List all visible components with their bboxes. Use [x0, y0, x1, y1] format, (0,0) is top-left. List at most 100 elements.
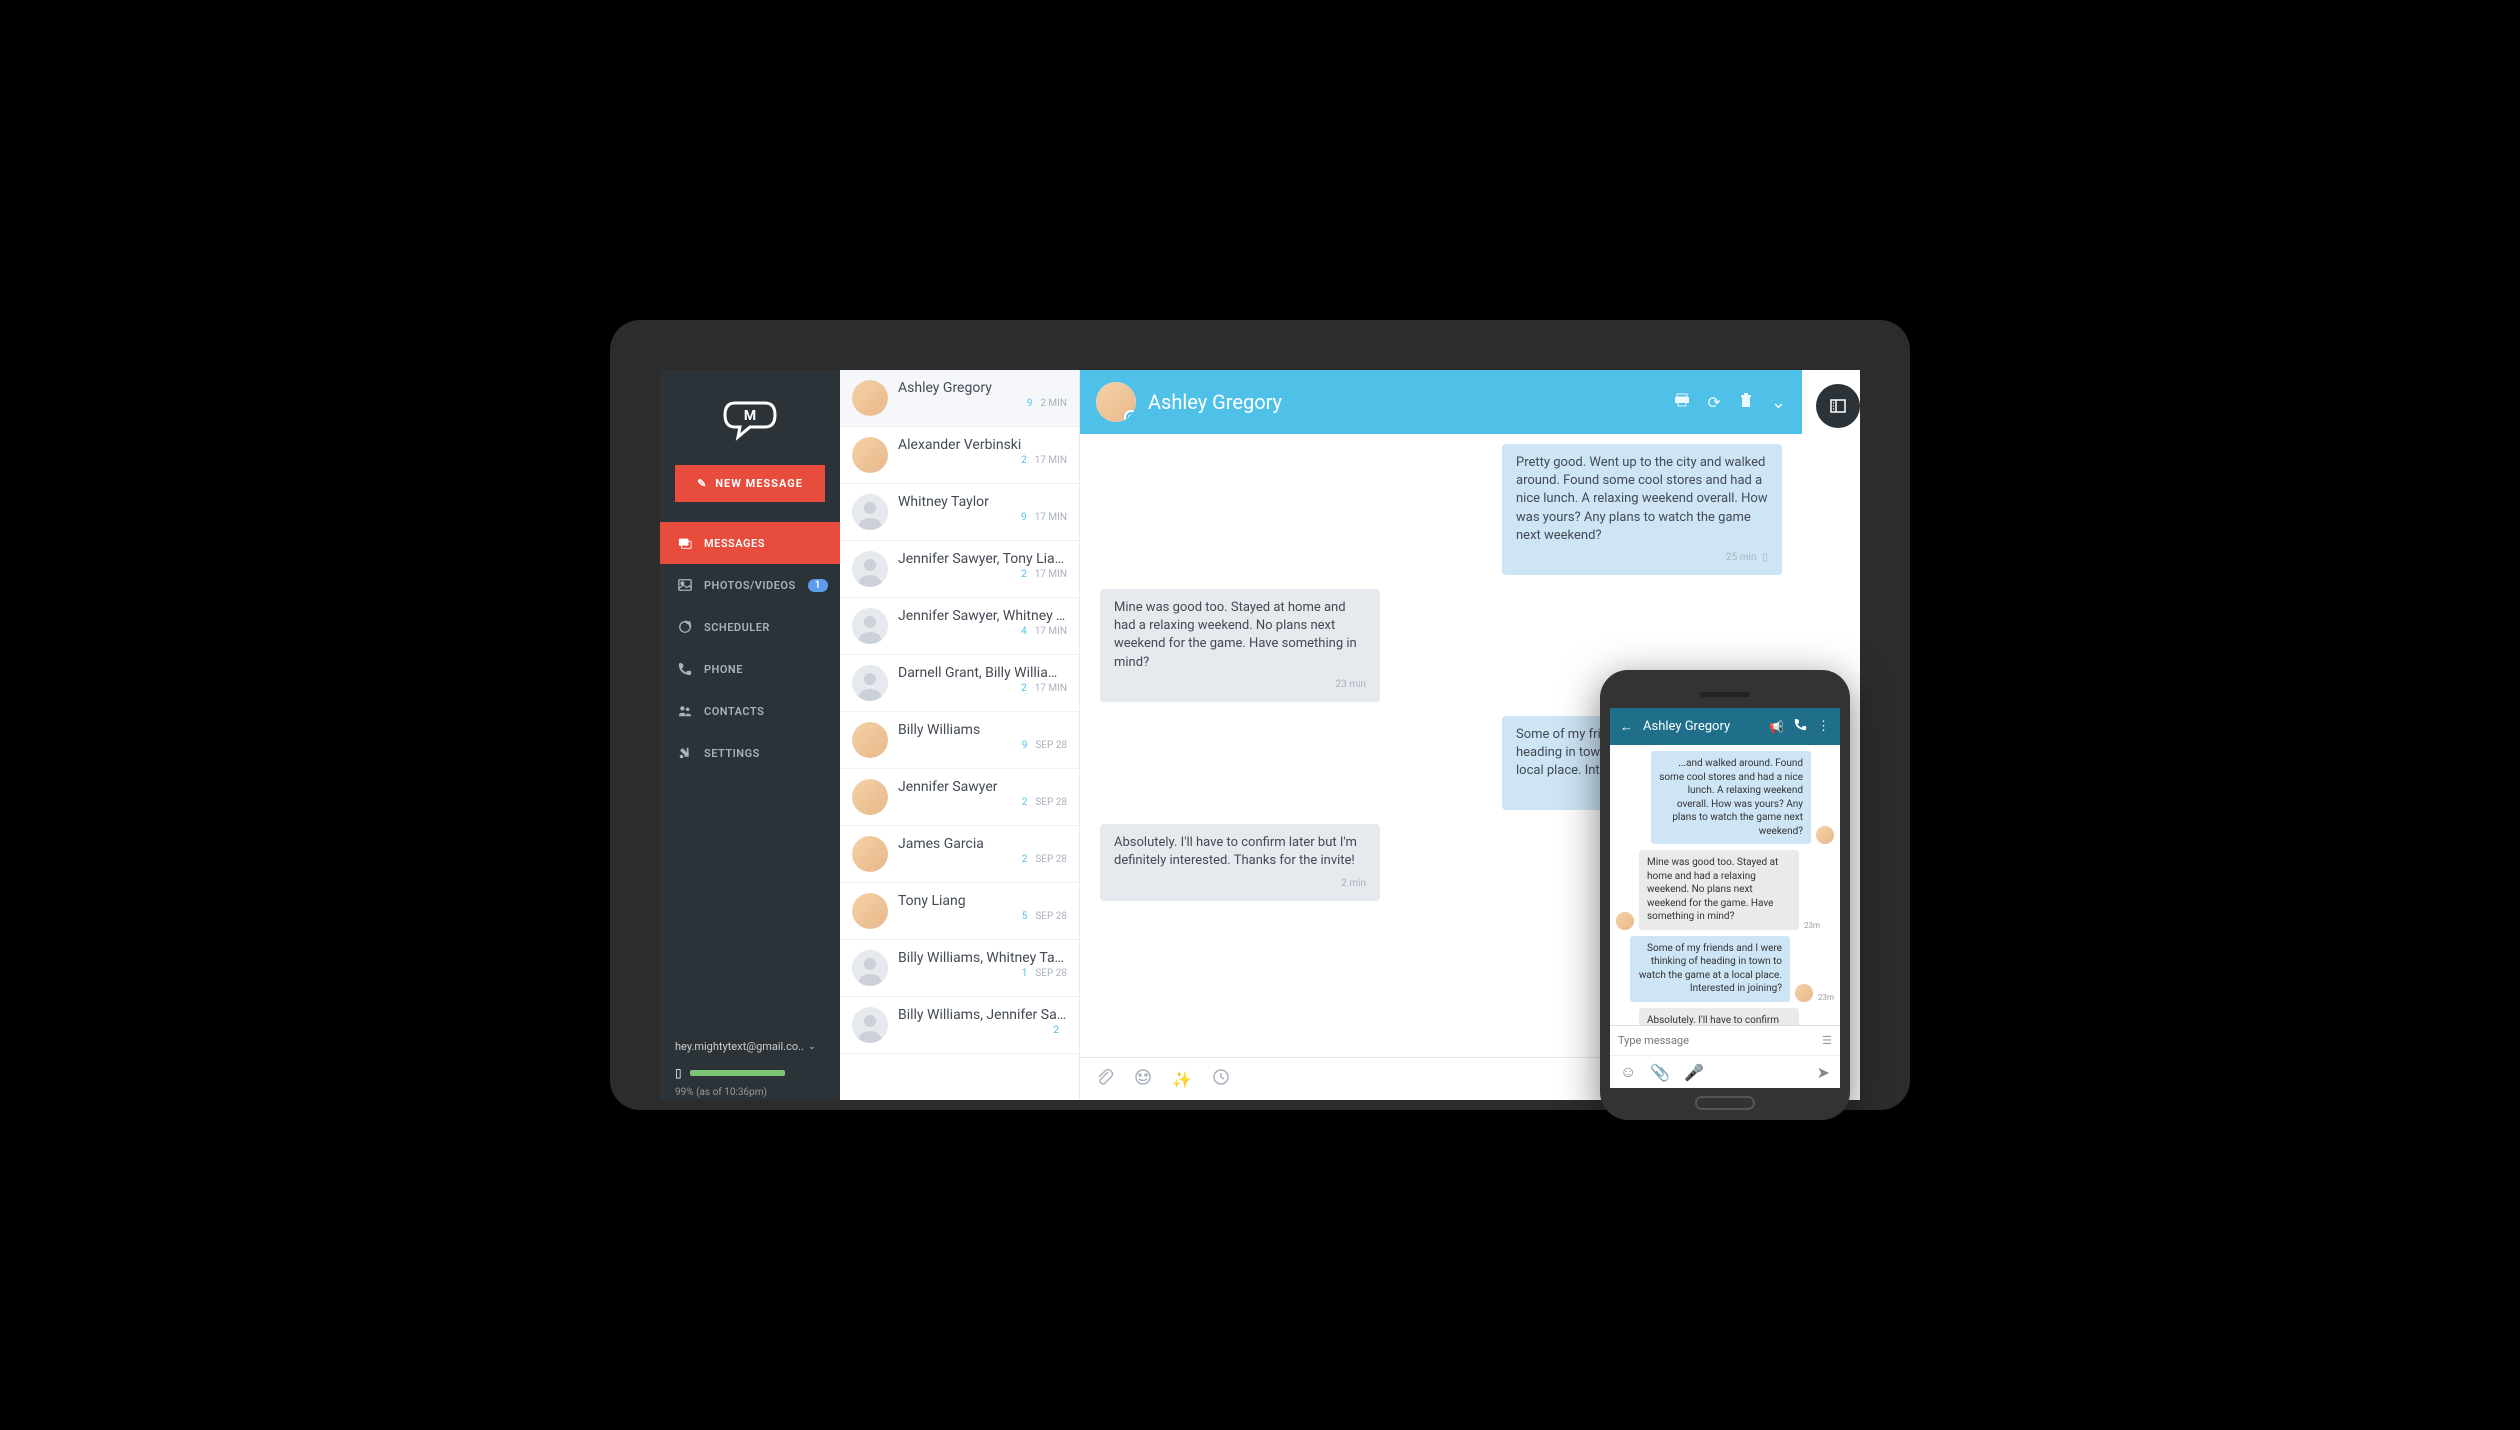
conversation-item[interactable]: Jennifer Sawyer2SEP 28 [840, 769, 1079, 826]
phone-emoji-icon[interactable]: ☺ [1620, 1062, 1636, 1082]
avatar [852, 722, 888, 758]
chat-avatar: ⟳ [1096, 382, 1136, 422]
conversation-item[interactable]: Billy Williams, Jennifer Sawyer 2 [840, 997, 1079, 1054]
nav-item-photos[interactable]: PHOTOS/VIDEOS1 [660, 564, 840, 606]
conversation-item[interactable]: Jennifer Sawyer, Tony Liang217 MIN [840, 541, 1079, 598]
conversation-name: Jennifer Sawyer, Whitney Taylor [898, 608, 1067, 624]
announce-icon[interactable]: 📢 [1769, 720, 1784, 734]
phone-mic-icon[interactable]: 🎤 [1684, 1063, 1704, 1082]
nav-label: SCHEDULER [704, 621, 770, 634]
conversation-item[interactable]: Billy Williams9SEP 28 [840, 712, 1079, 769]
message-count: 2 [1021, 455, 1027, 466]
avatar [852, 779, 888, 815]
sidebar: M ✎ NEW MESSAGE MESSAGESPHOTOS/VIDEOS1 SC… [660, 370, 840, 1100]
phone-attach-icon[interactable]: 📎 [1650, 1063, 1670, 1082]
new-message-button[interactable]: ✎ NEW MESSAGE [675, 465, 825, 502]
template-icon[interactable]: ☰ [1822, 1034, 1832, 1047]
call-icon[interactable] [1794, 718, 1807, 735]
nav-item-settings[interactable]: SETTINGS [660, 732, 840, 774]
emoji-icon[interactable] [1134, 1068, 1152, 1090]
conversation-time: 17 MIN [1035, 512, 1067, 523]
phone-header: ← Ashley Gregory 📢 ⋮ [1610, 708, 1840, 745]
message-count: 5 [1022, 911, 1028, 922]
avatar [852, 437, 888, 473]
nav-item-messages[interactable]: MESSAGES [660, 522, 840, 564]
message-bubble: Mine was good too. Stayed at home and ha… [1100, 589, 1380, 702]
battery-bar [690, 1070, 785, 1076]
contacts-icon [678, 704, 692, 718]
back-icon[interactable]: ← [1620, 719, 1633, 735]
phone-input-row: ☰ [1610, 1025, 1840, 1055]
chat-title: Ashley Gregory [1148, 390, 1662, 414]
home-button[interactable] [1695, 1096, 1755, 1110]
conversation-item[interactable]: Ashley Gregory92 MIN [840, 370, 1079, 427]
conversation-item[interactable]: Alexander Verbinski 2 17 MIN [840, 427, 1079, 484]
settings-icon [678, 746, 692, 760]
photos-icon [678, 578, 692, 592]
conversation-time: SEP 28 [1035, 854, 1067, 865]
message-text: Pretty good. Went up to the city and wal… [1516, 454, 1768, 545]
phone-message-input[interactable] [1618, 1034, 1822, 1047]
phone-message-row: Mine was good too. Stayed at home and ha… [1616, 850, 1834, 930]
sidebar-toggle-fab[interactable] [1816, 384, 1860, 428]
conversation-name: Darnell Grant, Billy Williams [898, 665, 1067, 681]
avatar [852, 665, 888, 701]
phone-chat-body: ...and walked around. Found some cool st… [1610, 745, 1840, 1025]
compose-icon: ✎ [697, 477, 707, 490]
app-logo: M [660, 370, 840, 465]
chevron-down-icon[interactable]: ⌄ [1771, 392, 1786, 413]
conversation-item[interactable]: Jennifer Sawyer, Whitney Taylor 4 17 MIN [840, 598, 1079, 655]
phone-speaker-area [1610, 680, 1840, 708]
print-icon[interactable] [1674, 392, 1690, 412]
messages-icon [678, 536, 692, 550]
conversation-item[interactable]: James Garcia2SEP 28 [840, 826, 1079, 883]
chevron-down-icon: ⌄ [808, 1042, 816, 1052]
phone-bubble: Mine was good too. Stayed at home and ha… [1639, 850, 1799, 930]
message-count: 4 [1021, 626, 1027, 637]
avatar [852, 380, 888, 416]
message-count: 2 [1021, 683, 1027, 694]
schedule-icon[interactable] [1212, 1068, 1230, 1090]
svg-text:M: M [744, 408, 756, 424]
conversation-time: 17 MIN [1035, 626, 1067, 637]
nav-item-contacts[interactable]: CONTACTS [660, 690, 840, 732]
conversation-name: Billy Williams [898, 722, 1067, 738]
conversation-name: Billy Williams, Jennifer Sawyer [898, 1007, 1067, 1023]
scheduler-icon [678, 620, 692, 634]
conversation-name: Jennifer Sawyer, Tony Liang [898, 551, 1067, 567]
conversation-item[interactable]: Billy Williams, Whitney Taylor1SEP 28 [840, 940, 1079, 997]
conversation-time: SEP 28 [1035, 740, 1067, 751]
trash-icon[interactable] [1739, 392, 1753, 412]
nav-item-phone[interactable]: PHONE [660, 648, 840, 690]
phone-bubble: Absolutely. I'll have to confirm later b… [1639, 1008, 1799, 1026]
nav-item-scheduler[interactable]: SCHEDULER [660, 606, 840, 648]
refresh-icon[interactable]: ⟳ [1708, 393, 1721, 412]
send-icon[interactable]: ➤ [1817, 1063, 1830, 1082]
message-bubble: Pretty good. Went up to the city and wal… [1502, 444, 1782, 575]
conversation-name: Alexander Verbinski [898, 437, 1067, 453]
battery-status: ▯ [660, 1061, 840, 1085]
logo-icon: M [720, 395, 780, 445]
conversation-time: SEP 28 [1035, 911, 1067, 922]
phone-action-row: ☺ 📎 🎤 ➤ [1610, 1055, 1840, 1088]
conversation-time: 17 MIN [1035, 455, 1067, 466]
avatar [1816, 826, 1834, 844]
phone-device-icon: ▯ [675, 1066, 682, 1080]
phone-bubble: ...and walked around. Found some cool st… [1651, 751, 1811, 844]
magic-icon[interactable]: ✨ [1172, 1070, 1192, 1089]
message-count: 9 [1027, 398, 1033, 409]
nav-label: PHOTOS/VIDEOS [704, 579, 796, 592]
account-email[interactable]: hey.mightytext@gmail.co.. ⌄ [660, 1025, 840, 1061]
message-count: 2 [1053, 1025, 1059, 1036]
message-count: 9 [1021, 512, 1027, 523]
conversation-item[interactable]: Darnell Grant, Billy Williams217 MIN [840, 655, 1079, 712]
conversation-item[interactable]: Tony Liang5SEP 28 [840, 883, 1079, 940]
nav-label: SETTINGS [704, 747, 760, 760]
message-time: 25 min [1726, 551, 1756, 565]
more-icon[interactable]: ⋮ [1817, 719, 1830, 734]
conversation-time: SEP 28 [1035, 797, 1067, 808]
conversation-name: James Garcia [898, 836, 1067, 852]
conversation-item[interactable]: Whitney Taylor917 MIN [840, 484, 1079, 541]
attach-icon[interactable] [1096, 1068, 1114, 1090]
message-time: 23 min [1336, 678, 1366, 692]
